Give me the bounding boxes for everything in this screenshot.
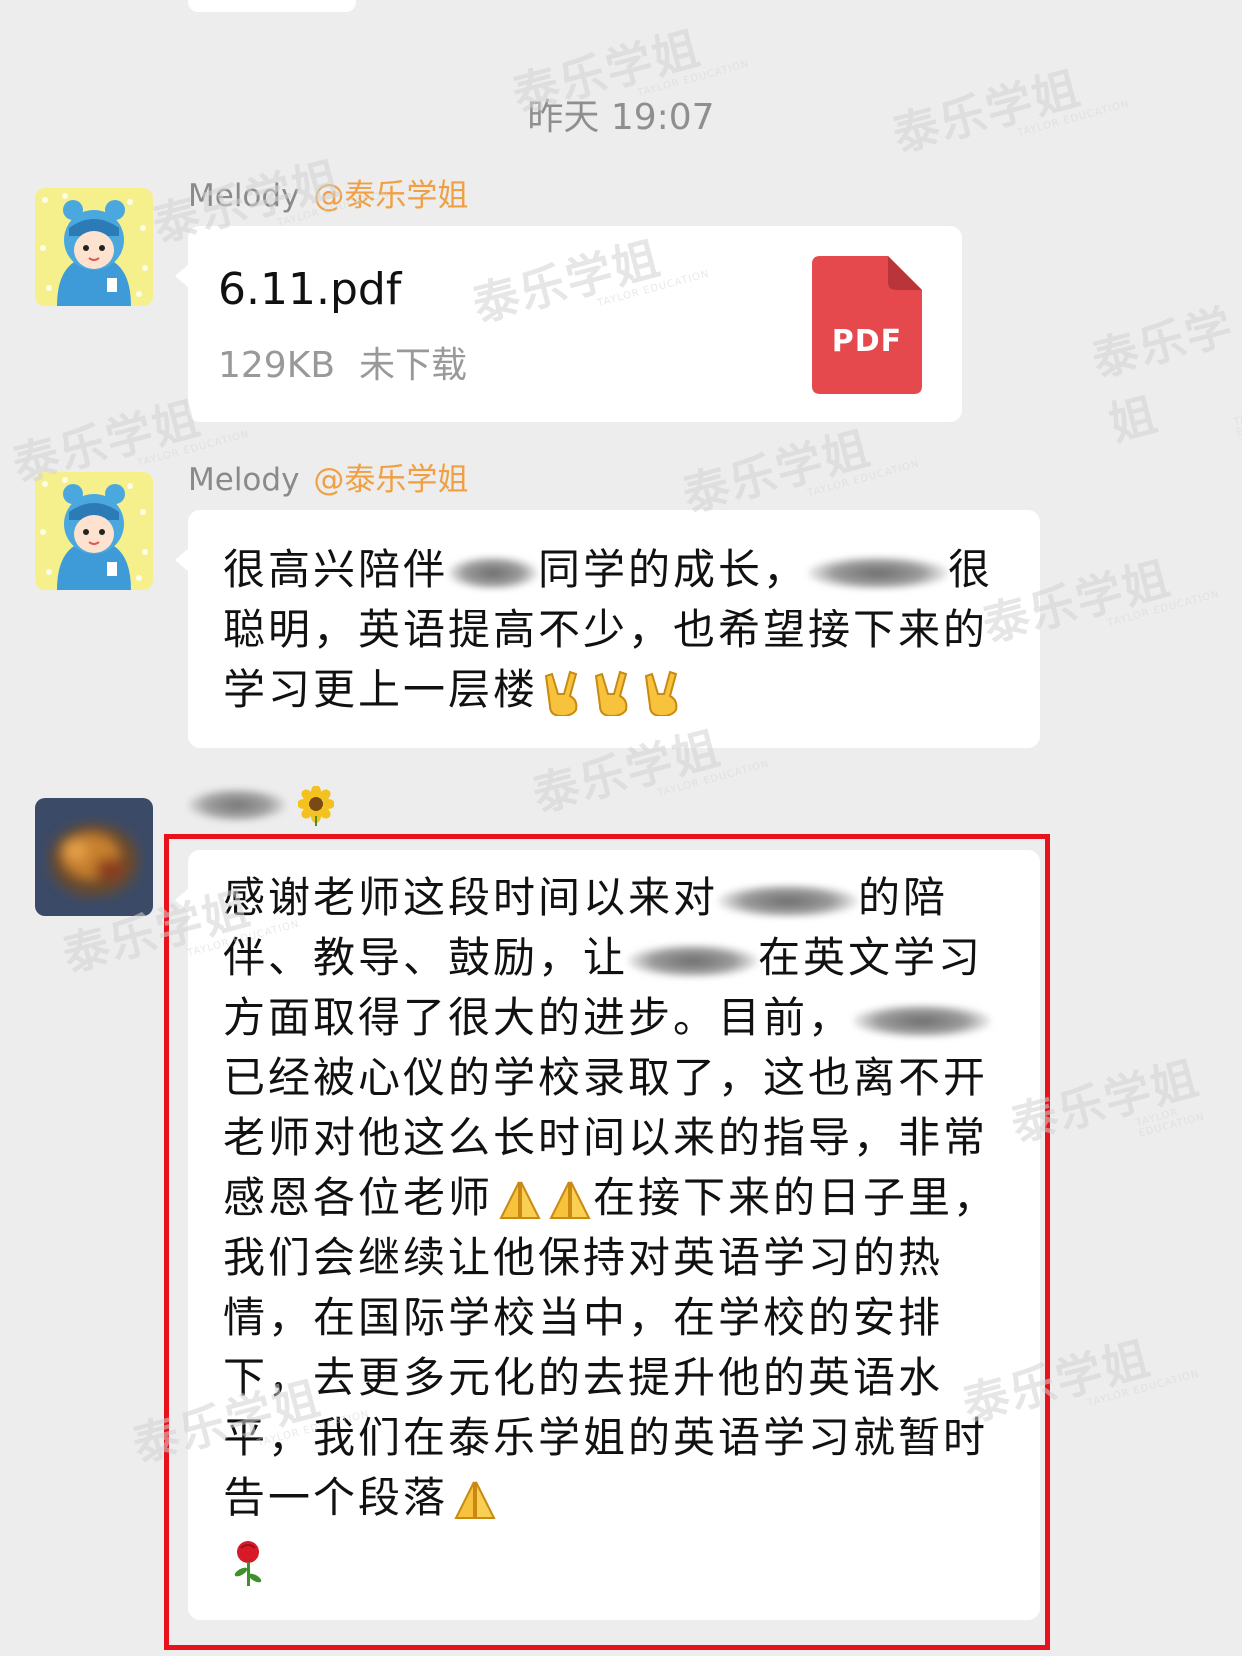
pdf-file-icon: PDF (812, 256, 922, 394)
redacted-name (448, 555, 539, 590)
avatar-parent[interactable] (35, 798, 153, 916)
file-size: 129KB (218, 345, 336, 386)
redacted-name (718, 883, 859, 918)
victory-hand-emoji (542, 670, 584, 717)
message-text: 很高兴陪伴 同学的成长， 很聪明，英语提高不少，也希望接下来的学习更上一层楼 (223, 545, 994, 717)
mention-tag[interactable]: @泰乐学姐 (313, 462, 468, 498)
victory-hand-emoji (642, 670, 684, 717)
file-download-status: 未下载 (359, 345, 468, 386)
previous-message-bubble[interactable] (188, 0, 356, 12)
pdf-icon-label: PDF (831, 324, 903, 359)
sender-name: Melody (188, 178, 300, 214)
text-message-bubble[interactable]: 感谢老师这段时间以来对 的陪伴、教导、鼓励，让 在英文学习方面取得了很大的进步。目前… (175, 850, 1040, 1620)
redacted-name (808, 555, 949, 590)
chat-timestamp: 昨天 19:07 (527, 97, 715, 138)
folded-hands-emoji (547, 1178, 591, 1224)
redacted-sender-name (188, 788, 286, 822)
folded-hands-emoji (497, 1178, 541, 1224)
file-name: 6.11.pdf (218, 264, 402, 315)
rose-emoji (227, 1538, 269, 1586)
folded-hands-emoji (452, 1478, 496, 1524)
victory-hand-emoji (592, 670, 634, 717)
avatar-melody[interactable] (35, 472, 153, 590)
mention-tag[interactable]: @泰乐学姐 (313, 178, 468, 214)
sender-line: Melody @泰乐学姐 (188, 454, 468, 499)
watermark: 泰乐学姐 TAYLOR EDUCATION (1086, 298, 1242, 452)
redacted-name (628, 943, 759, 978)
sender-line: Melody @泰乐学姐 (188, 170, 468, 215)
text-message-bubble[interactable]: 很高兴陪伴 同学的成长， 很聪明，英语提高不少，也希望接下来的学习更上一层楼 (175, 510, 1040, 748)
message-text: 感谢老师这段时间以来对 的陪伴、教导、鼓励，让 在英文学习方面取得了很大的进步。目前… (223, 868, 1010, 1588)
redacted-name (853, 1003, 992, 1038)
avatar-melody[interactable] (35, 188, 153, 306)
sunflower-emoji (297, 785, 335, 830)
file-meta: 129KB 未下载 (218, 336, 467, 388)
file-message-bubble[interactable]: 6.11.pdf 129KB 未下载 PDF (175, 226, 962, 422)
sender-name: Melody (188, 462, 300, 498)
